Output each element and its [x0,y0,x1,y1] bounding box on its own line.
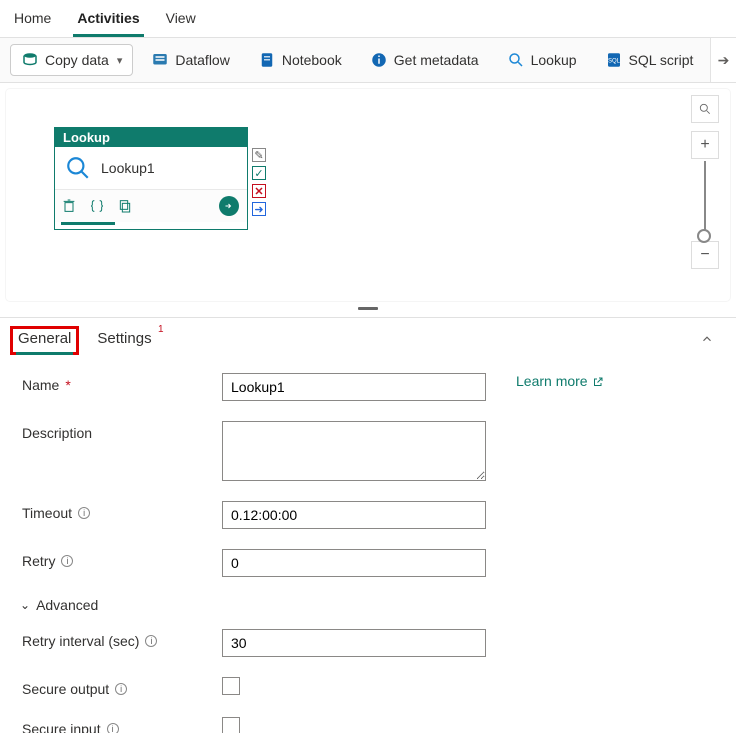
activity-node-name: Lookup1 [101,160,155,176]
zoom-out-button[interactable]: − [691,241,719,269]
copy-icon[interactable] [117,198,133,214]
get-metadata-label: Get metadata [394,52,479,68]
properties-panel: General Settings 1 Name * Learn more Des… [0,317,736,733]
collapse-panel-button[interactable] [700,332,714,349]
retry-interval-input[interactable] [222,629,486,657]
secure-output-label: Secure output [22,681,109,697]
info-icon[interactable]: i [61,555,73,567]
secure-output-checkbox[interactable] [222,677,240,695]
notebook-label: Notebook [282,52,342,68]
tab-view[interactable]: View [162,4,200,37]
learn-more-link[interactable]: Learn more [516,373,604,389]
info-icon[interactable]: i [115,683,127,695]
timeout-label: Timeout [22,505,72,521]
lookup-icon [507,51,525,69]
tab-general[interactable]: General [12,328,77,353]
zoom-in-button[interactable]: + [691,131,719,159]
lookup-icon [65,155,91,181]
retry-input[interactable] [222,549,486,577]
description-input[interactable] [222,421,486,481]
required-marker: * [65,377,70,393]
notebook-button[interactable]: Notebook [248,45,352,75]
zoom-slider[interactable] [704,161,706,239]
name-input[interactable] [222,373,486,401]
lookup-label: Lookup [531,52,577,68]
secure-input-label: Secure input [22,721,101,733]
pipeline-canvas[interactable]: Lookup Lookup1 ✎ ✓ ✕ ➜ + − [6,89,730,301]
info-icon[interactable]: i [78,507,90,519]
sql-script-button[interactable]: SQL SQL script [595,45,704,75]
name-label: Name [22,377,59,393]
info-icon[interactable]: i [145,635,157,647]
sql-script-icon: SQL [605,51,623,69]
tab-home[interactable]: Home [10,4,55,37]
activity-node-type: Lookup [55,128,247,147]
sql-script-label: SQL script [629,52,694,68]
notebook-icon [258,51,276,69]
copy-data-icon [21,51,39,69]
port-completion-icon[interactable]: ➜ [252,202,266,216]
retry-label: Retry [22,553,55,569]
tab-activities[interactable]: Activities [73,4,143,37]
settings-error-badge: 1 [158,324,164,335]
panel-splitter[interactable] [0,307,736,317]
copy-data-button[interactable]: Copy data ▾ [10,44,133,76]
tab-settings[interactable]: Settings 1 [91,328,157,353]
dataflow-label: Dataflow [175,52,229,68]
info-icon[interactable]: i [107,723,119,733]
secure-input-checkbox[interactable] [222,717,240,733]
dataflow-icon [151,51,169,69]
node-output-ports: ✎ ✓ ✕ ➜ [252,148,266,216]
advanced-section-toggle[interactable]: ⌄ Advanced [20,597,714,613]
canvas-zoom-control: + − [690,95,720,269]
timeout-input[interactable] [222,501,486,529]
learn-more-text: Learn more [516,373,588,389]
info-icon [370,51,388,69]
toolbar-overflow-button[interactable]: ➔ [710,38,736,82]
copy-data-label: Copy data [45,52,109,68]
fit-to-screen-button[interactable] [691,95,719,123]
chevron-down-icon: ⌄ [20,598,30,612]
editor-main-tabs: Home Activities View [0,0,736,38]
retry-interval-label: Retry interval (sec) [22,633,139,649]
advanced-label: Advanced [36,597,98,613]
delete-icon[interactable] [61,198,77,214]
node-active-indicator [61,222,115,225]
port-failure-icon[interactable]: ✕ [252,184,266,198]
lookup-button[interactable]: Lookup [497,45,587,75]
chevron-down-icon: ▾ [117,54,123,67]
dataflow-button[interactable]: Dataflow [141,45,239,75]
tab-settings-label: Settings [97,330,151,347]
activities-toolbar: Copy data ▾ Dataflow Notebook Get metada… [0,38,736,83]
code-braces-icon[interactable] [89,198,105,214]
chevron-right-icon: ➔ [718,52,730,69]
port-edit-icon[interactable]: ✎ [252,148,266,162]
svg-text:SQL: SQL [608,58,621,64]
external-link-icon [592,375,604,387]
get-metadata-button[interactable]: Get metadata [360,45,489,75]
description-label: Description [22,425,92,441]
run-activity-button[interactable] [219,196,239,216]
port-success-icon[interactable]: ✓ [252,166,266,180]
zoom-handle[interactable] [697,229,711,243]
activity-node-lookup[interactable]: Lookup Lookup1 [54,127,248,230]
